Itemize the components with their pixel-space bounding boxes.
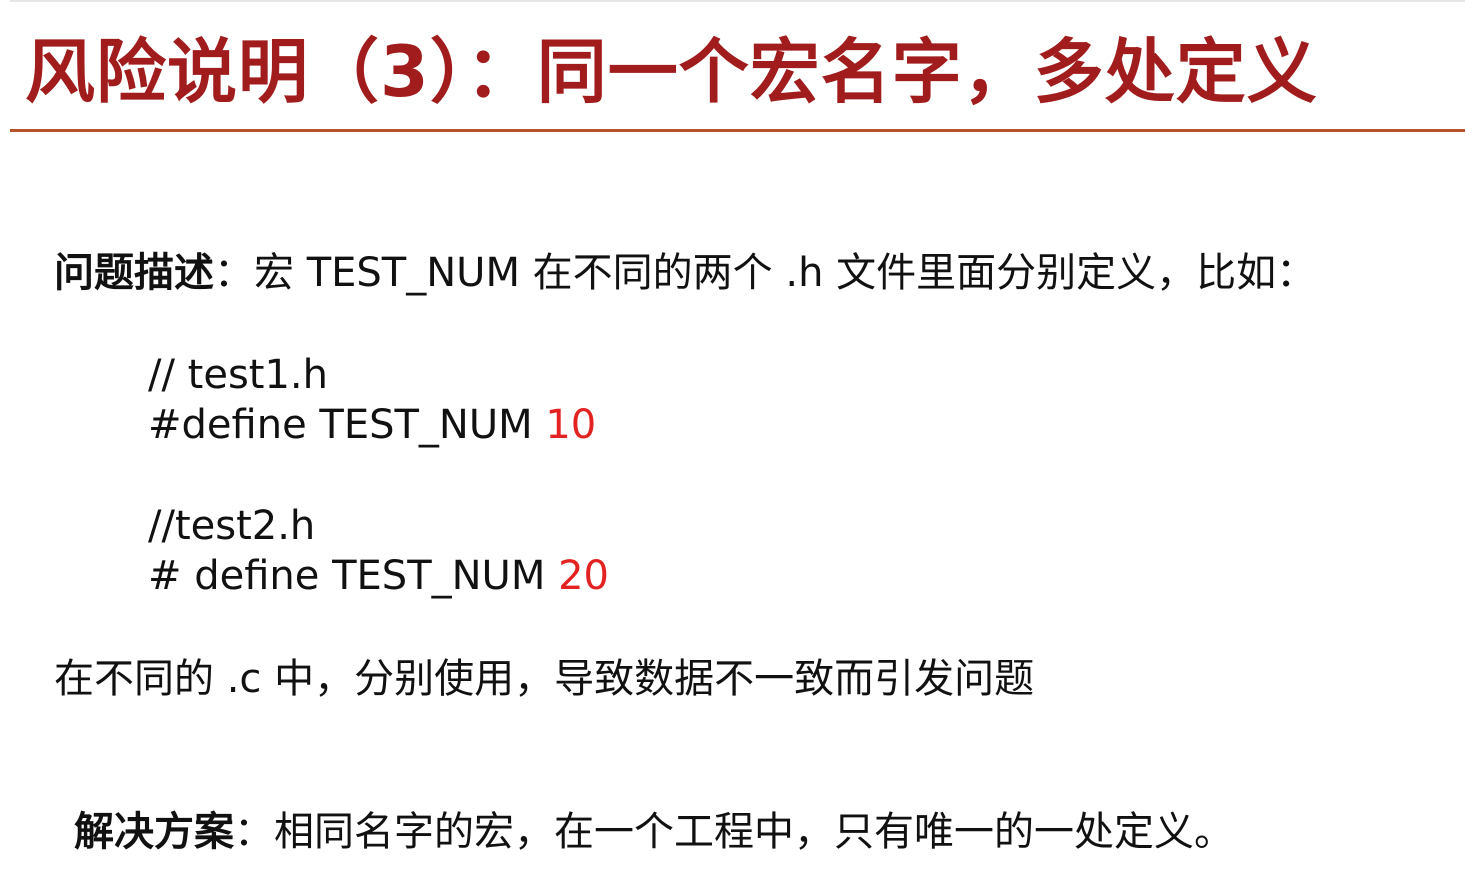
solution-statement: 解决方案：相同名字的宏，在一个工程中，只有唯一的一处定义。 <box>74 807 1234 857</box>
solution-text: 相同名字的宏，在一个工程中，只有唯一的一处定义。 <box>274 809 1234 855</box>
define-prefix: # define TEST_NUM <box>148 553 559 599</box>
define-value-highlight: 10 <box>545 402 597 448</box>
problem-label: 问题描述 <box>54 250 214 296</box>
define-value-highlight: 20 <box>558 553 609 599</box>
code-define-test1: #define TEST_NUM 10 <box>148 400 596 450</box>
effect-statement: 在不同的 .c 中，分别使用，导致数据不一致而引发问题 <box>54 656 1035 702</box>
problem-text: 宏 TEST_NUM 在不同的两个 .h 文件里面分别定义，比如： <box>254 250 1317 296</box>
code-define-test2: # define TEST_NUM 20 <box>148 551 609 601</box>
code-comment-test2: //test2.h <box>148 503 316 549</box>
top-border-line <box>10 0 1465 2</box>
title-underline-rule <box>10 129 1465 132</box>
solution-label: 解决方案 <box>74 809 234 855</box>
problem-description: 问题描述：宏 TEST_NUM 在不同的两个 .h 文件里面分别定义，比如： <box>54 248 1316 298</box>
solution-colon: ： <box>234 809 274 855</box>
problem-colon: ： <box>214 250 254 296</box>
code-comment-test1: // test1.h <box>148 352 328 398</box>
define-prefix: #define TEST_NUM <box>148 402 546 448</box>
slide-title: 风险说明（3）：同一个宏名字，多处定义 <box>25 31 1318 113</box>
